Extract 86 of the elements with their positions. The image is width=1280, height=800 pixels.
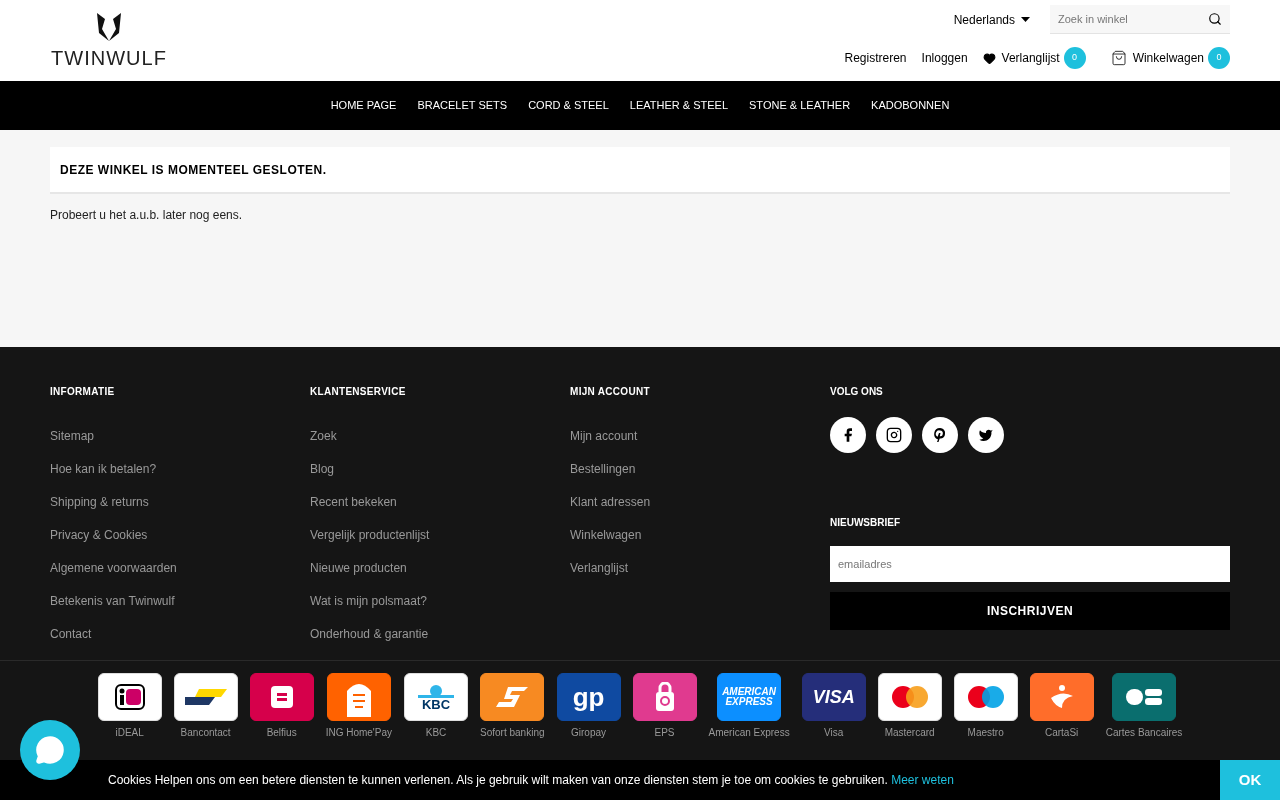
belfius-logo-icon [270, 686, 293, 708]
nav-item[interactable]: STONE & LEATHER [749, 97, 851, 114]
social-button[interactable] [968, 417, 1004, 453]
social-button[interactable] [830, 417, 866, 453]
caret-icon [1021, 17, 1030, 22]
footer-heading: VOLG ONS [830, 385, 884, 399]
nav-item[interactable]: HOME PAGE [330, 97, 397, 114]
sofort-logo-icon [496, 686, 529, 708]
twitter-icon [978, 427, 994, 443]
footer-link[interactable]: Wat is mijn polsmaat? [310, 594, 427, 608]
payment-label: iDEAL [115, 726, 144, 740]
footer-heading: NIEUWSBRIEF [830, 516, 901, 530]
header-link[interactable]: Verlanglijst [1001, 49, 1060, 67]
search-icon[interactable] [1208, 12, 1222, 26]
payment-label: KBC [425, 726, 447, 740]
footer-link[interactable]: Algemene voorwaarden [50, 561, 177, 575]
footer-link[interactable]: Contact [50, 627, 92, 641]
cartasi-logo-icon [1048, 684, 1075, 710]
payment-label: Mastercard [884, 726, 935, 740]
chat-icon [35, 735, 65, 765]
footer-link[interactable]: Zoek [310, 429, 337, 443]
subscribe-button[interactable]: INSCHRIJVEN [830, 592, 1230, 630]
payment-label: Bancontact [180, 726, 231, 740]
payment-label: Belfius [266, 726, 297, 740]
header-link[interactable]: Registreren [844, 49, 907, 67]
logo-text: KBC [421, 697, 451, 711]
payment-label: CartaSi [1044, 726, 1079, 740]
count-badge: 0 [1063, 47, 1086, 69]
more-info-link[interactable]: Meer weten [891, 773, 954, 787]
wolf-logo-icon [95, 13, 123, 41]
footer-link[interactable]: Mijn account [570, 429, 638, 443]
payment-label: Cartes Bancaires [1105, 726, 1183, 740]
footer-heading: MIJN ACCOUNT [570, 385, 651, 399]
logo-text[interactable]: TWINWULF [51, 48, 167, 68]
logo-text: AMERICAN EXPRESS [722, 687, 777, 707]
social-button[interactable] [876, 417, 912, 453]
heart-icon [982, 51, 996, 65]
nav-item[interactable]: CORD & STEEL [528, 97, 609, 114]
footer-link[interactable]: Recent bekeken [310, 495, 397, 509]
footer-link[interactable]: Bestellingen [570, 462, 636, 476]
footer-link[interactable]: Hoe kan ik betalen? [50, 462, 157, 476]
footer-link[interactable]: Betekenis van Twinwulf [50, 594, 175, 608]
payment-label: Sofort banking [480, 726, 545, 740]
footer-link[interactable]: Onderhoud & garantie [310, 627, 429, 641]
header-link[interactable]: Winkelwagen [1132, 49, 1204, 67]
nav-item[interactable]: BRACELET SETS [417, 97, 508, 114]
kbc-logo-icon [418, 683, 454, 698]
payment-label: Visa [824, 726, 844, 740]
footer-link[interactable]: Verlanglijst [570, 561, 629, 575]
bag-icon [1110, 50, 1127, 66]
logo-text: gp [572, 684, 605, 710]
pinterest-icon [933, 427, 947, 443]
footer-link[interactable]: Vergelijk productenlijst [310, 528, 430, 542]
payment-label: Giropay [571, 726, 606, 740]
cookie-text: Cookies Helpen ons om een betere diensten te kunnen verlenen. Als je gebruik wilt maken van onze diensten stem je toe om cookies te gebruiken. Meer weten [108, 772, 955, 789]
payment-label: ING Home'Pay [325, 726, 392, 740]
nav-item[interactable]: KADOBONNEN [871, 97, 950, 114]
notice-text: Probeert u het a.u.b. later nog eens. [50, 207, 244, 224]
footer-link[interactable]: Shipping & returns [50, 495, 149, 509]
footer-link[interactable]: Blog [310, 462, 335, 476]
footer-link[interactable]: Klant adressen [570, 495, 651, 509]
mastercard-logo-icon [891, 686, 928, 708]
bancontact-logo-icon [184, 688, 227, 706]
eps-logo-icon [654, 682, 675, 712]
language-dropdown[interactable]: Nederlands [953, 10, 1030, 29]
search-field[interactable]: Zoek in winkel [1050, 5, 1230, 34]
footer-heading: INFORMATIE [50, 385, 116, 399]
footer-link[interactable]: Winkelwagen [570, 528, 642, 542]
footer-link[interactable]: Nieuwe producten [310, 561, 407, 575]
maestro-logo-icon [967, 686, 1004, 708]
footer-link[interactable]: Privacy & Cookies [50, 528, 148, 542]
notice-title: DEZE WINKEL IS MOMENTEEL GESLOTEN. [60, 161, 327, 179]
email-field[interactable]: emailadres [830, 546, 1230, 582]
header-link[interactable]: Inloggen [921, 49, 968, 67]
nav-item[interactable]: LEATHER & STEEL [629, 97, 729, 114]
footer-heading: KLANTENSERVICE [310, 385, 407, 399]
instagram-icon [886, 427, 902, 443]
cb-logo-icon [1126, 689, 1162, 705]
logo-text: VISA [812, 688, 855, 706]
payment-label: EPS [654, 726, 675, 740]
social-button[interactable] [922, 417, 958, 453]
footer-link[interactable]: Sitemap [50, 429, 95, 443]
ideal-logo-icon [114, 684, 145, 710]
count-badge: 0 [1208, 47, 1230, 69]
payment-label: Maestro [967, 726, 1004, 740]
payment-label: American Express [708, 726, 790, 740]
